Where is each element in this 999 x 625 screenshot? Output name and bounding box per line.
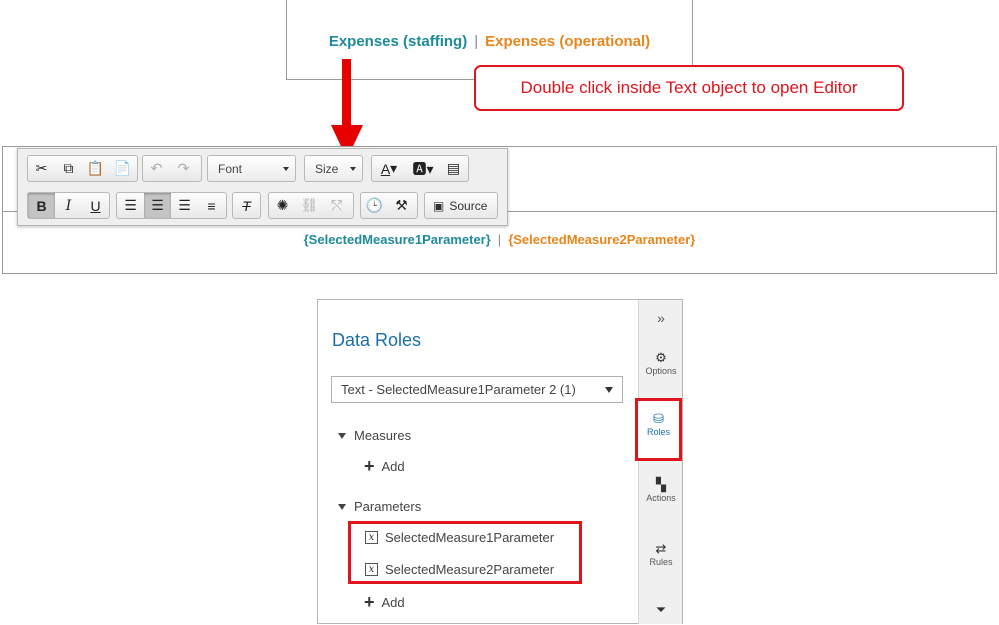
link-icon[interactable]: ⛓: [296, 193, 323, 218]
plus-icon: +: [364, 456, 375, 476]
align-left-icon[interactable]: ☰: [117, 193, 144, 218]
clock-icon[interactable]: 🕒: [361, 193, 388, 218]
underline-icon[interactable]: U: [82, 193, 109, 218]
basic-style-group: B I U: [27, 192, 110, 219]
filter-icon[interactable]: ⏷: [639, 602, 683, 618]
expand-triangle-icon: [338, 432, 346, 439]
sidebar-item-rules[interactable]: ⇄ Rules: [639, 541, 683, 567]
object-select-value: Text - SelectedMeasure1Parameter 2 (1): [341, 382, 576, 397]
source-button[interactable]: ▣ Source: [424, 192, 498, 219]
sidebar-item-roles[interactable]: ⛁ Roles: [635, 398, 682, 461]
font-select-label: Font: [218, 161, 243, 176]
history-group: ↶ ↷: [142, 155, 202, 182]
instruction-callout: Double click inside Text object to open …: [474, 65, 904, 111]
unlink-icon[interactable]: ⤲: [323, 193, 350, 218]
measures-section-header[interactable]: Measures: [338, 428, 411, 443]
copy-icon[interactable]: ⧉: [55, 156, 82, 181]
align-justify-icon[interactable]: ≡: [198, 193, 225, 218]
parameters-label: Parameters: [354, 499, 422, 514]
add-parameter-label: Add: [381, 594, 405, 610]
sidebar-item-label: Options: [645, 366, 677, 376]
undo-icon[interactable]: ↶: [143, 156, 170, 181]
size-select[interactable]: Size: [304, 155, 363, 182]
italic-icon[interactable]: I: [55, 193, 82, 218]
redo-icon[interactable]: ↷: [170, 156, 197, 181]
right-sidebar: » ⚙ Options ▚ Actions ⇄ Rules ⏷: [638, 300, 682, 624]
arrow-shaft: [342, 59, 351, 127]
sidebar-item-label: Actions: [646, 493, 676, 503]
editor-toolbar: ✂ ⧉ 📋 📄 ↶ ↷ Font Size A ▾ 🅰▾ ▤ B I U ☰ ☰ …: [17, 148, 508, 226]
source-icon: ▣: [433, 198, 445, 213]
align-group: ☰ ☰ ☰ ≡: [116, 192, 227, 219]
sidebar-item-label: Rules: [649, 557, 673, 567]
roles-item-content: ⛁ Roles: [638, 411, 679, 437]
cut-icon[interactable]: ✂: [28, 156, 55, 181]
color-group: A ▾ 🅰▾ ▤: [371, 155, 469, 182]
link-group: ✺ ⛓ ⤲: [268, 192, 354, 219]
special-char-icon[interactable]: ✺: [269, 193, 296, 218]
editor-text-line: {SelectedMeasure1Parameter} | {SelectedMea…: [2, 232, 997, 247]
chevron-down-icon: [283, 167, 289, 171]
editor-separator: |: [497, 232, 502, 247]
collapse-sidebar-button[interactable]: »: [639, 310, 683, 326]
remove-format-icon[interactable]: T: [233, 193, 260, 218]
clipboard-group: ✂ ⧉ 📋 📄: [27, 155, 138, 182]
plus-icon: +: [364, 592, 375, 612]
font-select[interactable]: Font: [207, 155, 296, 182]
roles-icon: ⛁: [653, 411, 664, 426]
sidebar-item-actions[interactable]: ▚ Actions: [639, 477, 683, 503]
align-right-icon[interactable]: ☰: [171, 193, 198, 218]
measures-label: Measures: [354, 428, 412, 443]
parameters-section-header[interactable]: Parameters: [338, 499, 421, 514]
preview-separator: |: [474, 33, 479, 50]
remove-format-group: T: [232, 192, 261, 219]
double-chevron-icon: »: [657, 310, 665, 326]
callout-text: Double click inside Text object to open …: [520, 78, 858, 97]
background-color-icon[interactable]: 🅰▾: [406, 156, 440, 181]
paste-icon[interactable]: 📋: [82, 156, 109, 181]
editor-left-param: {SelectedMeasure1Parameter}: [303, 232, 491, 247]
bold-icon[interactable]: B: [28, 193, 55, 218]
paste-text-icon[interactable]: 📄: [109, 156, 136, 181]
align-center-icon[interactable]: ☰: [144, 193, 171, 218]
sidebar-item-label: Roles: [646, 427, 670, 437]
chevron-down-icon: [605, 387, 613, 393]
panel-title: Data Roles: [332, 330, 422, 350]
show-blocks-icon[interactable]: ▤: [440, 156, 467, 181]
preview-left-text: Expenses (staffing): [328, 33, 468, 50]
expand-triangle-icon: [338, 503, 346, 510]
insert-group: 🕒 ⚒: [360, 192, 418, 219]
text-color-icon[interactable]: A ▾: [372, 156, 406, 181]
add-parameter-button[interactable]: + Add: [364, 593, 405, 611]
add-measure-label: Add: [381, 458, 405, 474]
chevron-down-icon: [350, 167, 356, 171]
preview-text-line: Expenses (staffing) | Expenses (operationa…: [287, 33, 692, 50]
source-button-label: Source: [449, 198, 488, 213]
editor-right-param: {SelectedMeasure2Parameter}: [508, 232, 696, 247]
size-select-label: Size: [315, 161, 339, 176]
preview-right-text: Expenses (operational): [485, 33, 651, 50]
actions-icon: ▚: [656, 477, 666, 492]
options-icon: ⚙: [655, 350, 667, 365]
parameter-icon[interactable]: ⚒: [388, 193, 415, 218]
sidebar-item-options[interactable]: ⚙ Options: [639, 350, 683, 376]
rules-icon: ⇄: [655, 541, 667, 556]
object-select[interactable]: Text - SelectedMeasure1Parameter 2 (1): [331, 376, 623, 403]
add-measure-button[interactable]: + Add: [364, 457, 405, 475]
parameters-highlight-box: [348, 521, 582, 584]
